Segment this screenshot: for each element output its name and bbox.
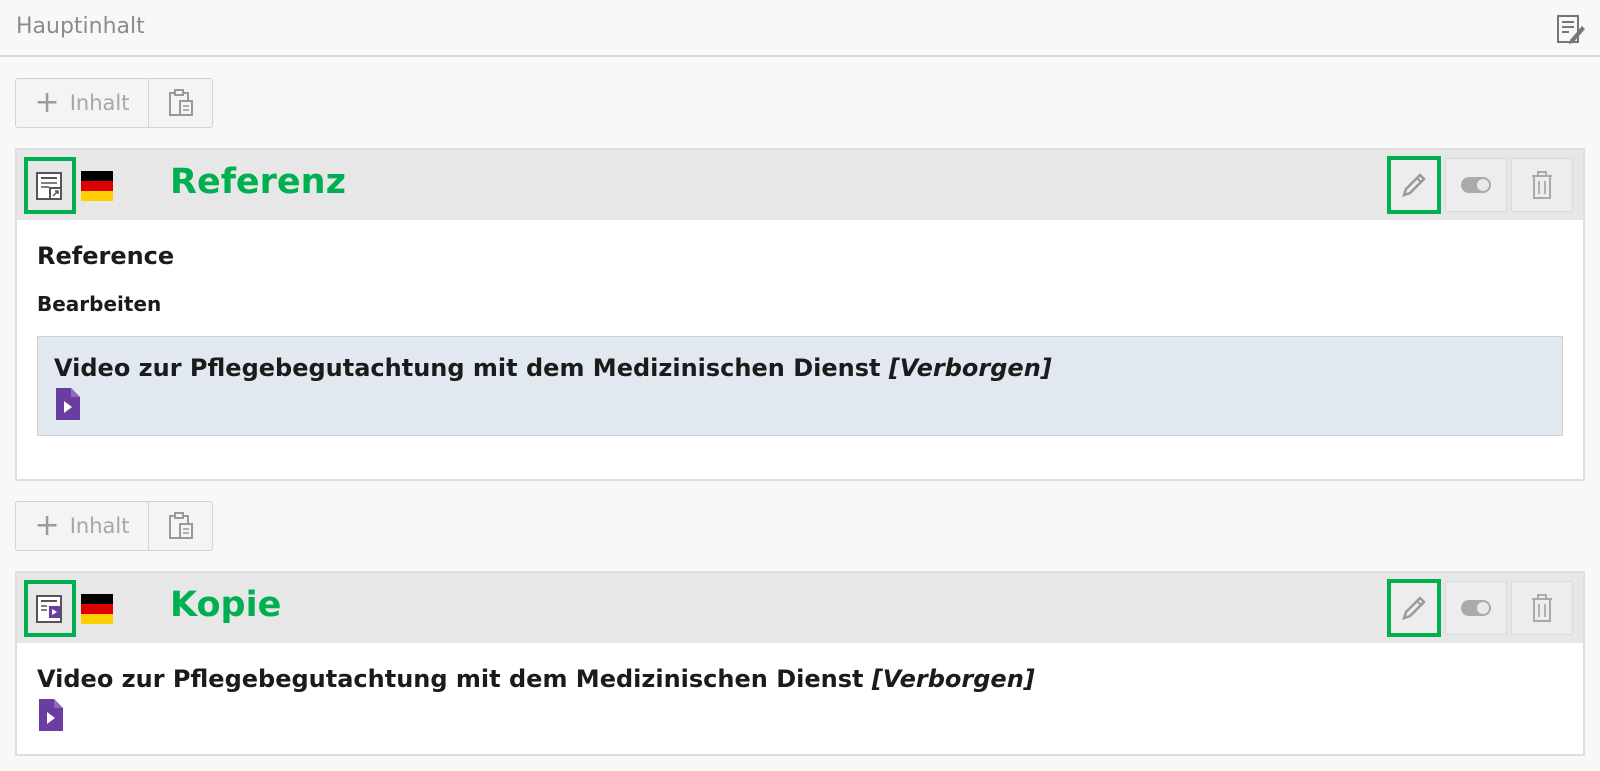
- pencil-icon: [1402, 596, 1426, 620]
- add-content-group: + Inhalt: [15, 78, 213, 128]
- toggle-icon: [1461, 600, 1491, 616]
- record-title: Video zur Pflegebegutachtung mit dem Med…: [37, 665, 1563, 693]
- pencil-icon: [1402, 173, 1426, 197]
- clipboard-icon: [168, 89, 193, 116]
- german-flag-icon: [81, 594, 113, 624]
- element-actions: [1383, 579, 1573, 637]
- clipboard-icon: [168, 512, 193, 539]
- toggle-icon: [1461, 177, 1491, 193]
- plus-icon: +: [34, 508, 60, 543]
- element-annotation-label: Referenz: [170, 162, 346, 202]
- content-element-copy: Kopie Video zur Pflegebegutachtung mit d…: [15, 571, 1585, 756]
- referenced-record[interactable]: Video zur Pflegebegutachtung mit dem Med…: [37, 336, 1563, 436]
- page-edit-icon[interactable]: [1556, 13, 1586, 45]
- record-title-text: Video zur Pflegebegutachtung mit dem Med…: [37, 665, 864, 693]
- edit-button[interactable]: [1387, 579, 1441, 637]
- add-content-label: Inhalt: [69, 91, 130, 115]
- hidden-status: [Verborgen]: [871, 665, 1035, 693]
- edit-link[interactable]: Bearbeiten: [37, 292, 1563, 316]
- paste-button[interactable]: [149, 79, 212, 127]
- delete-button[interactable]: [1511, 581, 1573, 635]
- delete-button[interactable]: [1511, 158, 1573, 212]
- trash-icon: [1532, 594, 1552, 622]
- column-title: Hauptinhalt: [16, 14, 145, 39]
- content-element-reference: Referenz Reference Bearbeiten Video zur …: [15, 148, 1585, 481]
- add-content-group: + Inhalt: [15, 501, 213, 551]
- element-body: Video zur Pflegebegutachtung mit dem Med…: [17, 643, 1583, 751]
- element-header: Referenz: [17, 150, 1583, 220]
- element-type-heading: Reference: [37, 242, 175, 270]
- column-header: Hauptinhalt: [0, 0, 1600, 57]
- toggle-visibility-button[interactable]: [1445, 158, 1507, 212]
- edit-button[interactable]: [1387, 156, 1441, 214]
- element-annotation-label: Kopie: [170, 585, 282, 625]
- add-content-label: Inhalt: [69, 514, 130, 538]
- video-file-icon: [39, 699, 63, 731]
- record-title-text: Video zur Pflegebegutachtung mit dem Med…: [54, 354, 881, 382]
- german-flag-icon: [81, 171, 113, 201]
- toggle-visibility-button[interactable]: [1445, 581, 1507, 635]
- add-content-button[interactable]: + Inhalt: [16, 502, 149, 550]
- hidden-status: [Verborgen]: [888, 354, 1052, 382]
- add-content-button[interactable]: + Inhalt: [16, 79, 149, 127]
- record-title: Video zur Pflegebegutachtung mit dem Med…: [54, 354, 1546, 382]
- element-actions: [1383, 156, 1573, 214]
- plus-icon: +: [34, 85, 60, 120]
- element-body: Reference Bearbeiten Video zur Pflegebeg…: [17, 220, 1583, 456]
- element-header: Kopie: [17, 573, 1583, 643]
- content-shortcut-icon[interactable]: [24, 157, 76, 214]
- paste-button[interactable]: [149, 502, 212, 550]
- trash-icon: [1532, 171, 1552, 199]
- video-file-icon: [56, 388, 80, 420]
- content-media-icon[interactable]: [24, 580, 76, 637]
